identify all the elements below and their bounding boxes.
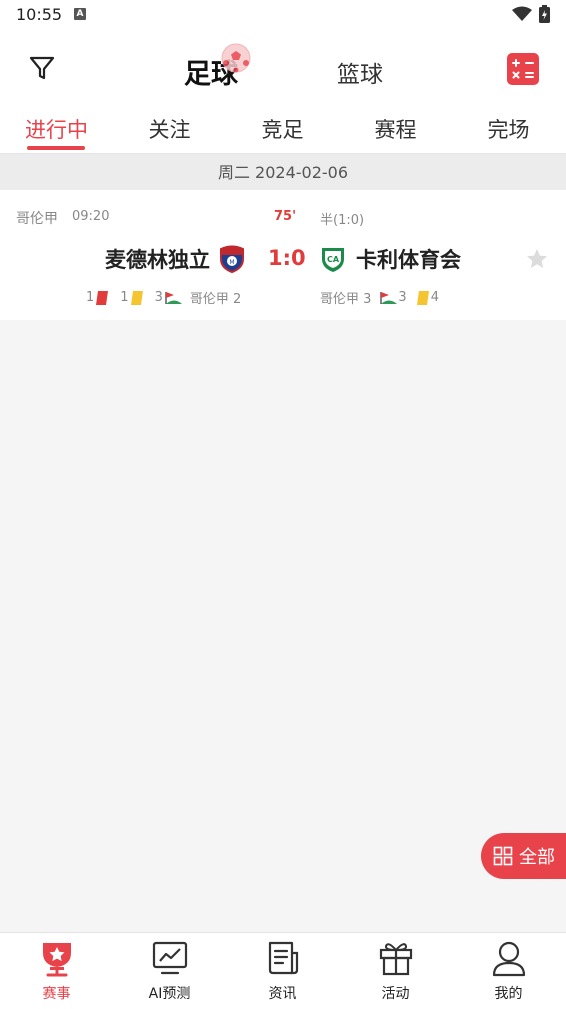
nav-item-news[interactable]: 资讯 — [226, 933, 339, 1009]
away-team-name: 卡利体育会 — [356, 248, 461, 272]
red-card-icon — [96, 290, 109, 305]
nav-item-events[interactable]: 赛事 — [0, 933, 113, 1009]
away-corners: 3 — [378, 290, 407, 305]
tab-schedule[interactable]: 赛程 — [339, 114, 452, 144]
bottom-nav: 赛事 AI预测 资讯 活动 我的 — [0, 932, 566, 1009]
home-red-cards: 1 — [86, 290, 109, 305]
away-yellow-cards: 4 — [416, 290, 439, 305]
nav-item-activity[interactable]: 活动 — [339, 933, 452, 1009]
nav-item-ai-prediction[interactable]: AI预测 — [113, 933, 226, 1009]
header: 足球 篮球 进行中 关注 竞足 赛程 完场 — [0, 30, 566, 154]
nav-label-profile: 我的 — [494, 986, 523, 1002]
trophy-icon — [43, 943, 71, 977]
home-team-name: 麦德林独立 — [105, 248, 210, 272]
home-stats-row: 1 1 3 哥伦甲 2 — [86, 288, 248, 307]
tab-lottery[interactable]: 竞足 — [226, 114, 339, 144]
away-stats-row: 哥伦甲 3 3 4 — [320, 288, 446, 307]
all-filter-button[interactable]: 全部 — [481, 833, 566, 879]
chart-icon — [152, 941, 188, 975]
home-red-count: 1 — [86, 290, 95, 305]
home-yellow-cards: 1 — [120, 290, 143, 305]
away-team-logo-icon: CA — [322, 248, 344, 272]
halftime-score: 半(1:0) — [320, 213, 365, 228]
nav-label-ai-prediction: AI预测 — [148, 986, 191, 1002]
tab-favorites[interactable]: 关注 — [113, 114, 226, 144]
battery-icon — [539, 5, 550, 23]
corner-flag-icon — [165, 291, 182, 304]
tab-live[interactable]: 进行中 — [0, 114, 113, 144]
calculator-icon[interactable] — [507, 53, 539, 85]
corner-flag-icon — [380, 291, 398, 304]
all-filter-label: 全部 — [519, 847, 555, 868]
status-bar: 10:55 A — [0, 0, 566, 30]
home-team-logo-icon: M — [220, 245, 244, 273]
user-icon — [492, 941, 526, 977]
home-corners: 3 — [155, 290, 183, 305]
sport-tab-basketball[interactable]: 篮球 — [337, 55, 383, 89]
gift-icon — [379, 943, 413, 976]
yellow-card-icon — [130, 290, 143, 305]
match-minute: 75' — [274, 209, 297, 224]
nav-label-activity: 活动 — [381, 986, 410, 1002]
active-tab-indicator — [27, 146, 85, 150]
news-icon — [268, 941, 299, 975]
notification-a-icon: A — [74, 8, 86, 20]
home-rank: 哥伦甲 2 — [189, 292, 242, 307]
away-rank: 哥伦甲 3 — [320, 292, 372, 307]
grid-icon — [493, 846, 513, 866]
nav-label-news: 资讯 — [268, 986, 297, 1002]
yellow-card-icon — [416, 290, 429, 305]
away-corner-count: 3 — [398, 290, 407, 305]
svg-text:M: M — [229, 259, 234, 266]
match-score: 1:0 — [268, 246, 306, 270]
away-yellow-count: 4 — [430, 290, 439, 305]
star-icon[interactable] — [526, 248, 548, 270]
date-bar: 周二 2024-02-06 — [0, 154, 566, 190]
wifi-icon — [512, 6, 532, 21]
match-league: 哥伦甲 — [16, 211, 58, 227]
nav-item-profile[interactable]: 我的 — [452, 933, 565, 1009]
match-kickoff-time: 09:20 — [72, 209, 110, 224]
football-icon — [221, 43, 251, 73]
home-yellow-count: 1 — [120, 290, 129, 305]
tab-finished[interactable]: 完场 — [452, 114, 565, 144]
nav-label-events: 赛事 — [42, 986, 71, 1002]
svg-text:CA: CA — [327, 255, 340, 264]
status-time: 10:55 — [16, 5, 63, 24]
match-status-tabs: 进行中 关注 竞足 赛程 完场 — [0, 110, 566, 154]
filter-icon[interactable] — [28, 54, 56, 82]
home-corner-count: 3 — [154, 290, 163, 305]
match-card[interactable]: 哥伦甲 09:20 75' 半(1:0) 麦德林独立 M 1:0 CA 卡利体育… — [0, 190, 566, 320]
